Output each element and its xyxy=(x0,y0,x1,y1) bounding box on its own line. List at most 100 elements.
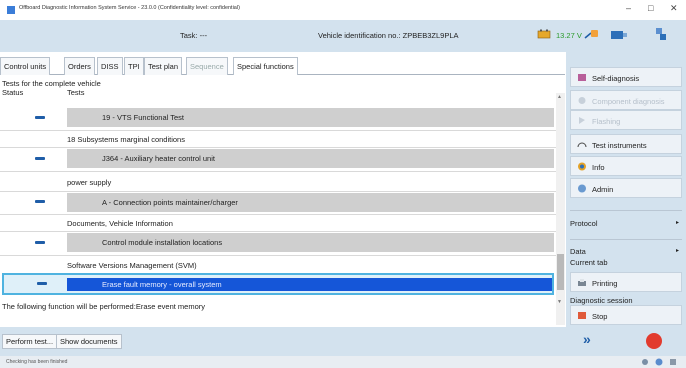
tab-tpi[interactable]: TPI xyxy=(124,57,144,75)
stop-button[interactable]: Stop xyxy=(570,305,682,325)
perform-test-button[interactable]: Perform test... xyxy=(2,334,58,349)
protocol-dropdown[interactable]: Protocol ▸ xyxy=(570,219,682,228)
tray-settings-icon xyxy=(670,359,676,365)
vehicle-header: Task: --- Vehicle identification no.: ZP… xyxy=(0,20,686,52)
test-row[interactable]: Control module installation locations xyxy=(67,233,554,252)
info-button[interactable]: Info xyxy=(570,156,682,176)
status-bar: Checking has been finished xyxy=(0,356,686,368)
component-diagnosis-button[interactable]: Component diagnosis xyxy=(570,90,682,110)
status-indicator xyxy=(35,241,45,244)
scroll-thumb[interactable] xyxy=(557,254,564,290)
tab-sequence[interactable]: Sequence xyxy=(186,57,228,75)
component-diagnosis-label: Component diagnosis xyxy=(592,97,665,106)
test-row[interactable]: A - Connection points maintainer/charger xyxy=(67,193,554,212)
self-diagnosis-button[interactable]: Self-diagnosis xyxy=(570,67,682,87)
row-divider xyxy=(0,214,556,215)
window-title: Offboard Diagnostic Information System S… xyxy=(19,5,240,11)
vin-label: Vehicle identification no.: ZPBEB3ZL9PLA xyxy=(318,31,459,40)
info-label: Info xyxy=(592,163,605,172)
tab-diss[interactable]: DISS xyxy=(97,57,123,75)
row-divider xyxy=(0,231,556,232)
test-label: A - Connection points maintainer/charger xyxy=(102,198,238,207)
test-instruments-label: Test instruments xyxy=(592,141,647,150)
next-button[interactable]: » xyxy=(583,331,613,353)
app-icon xyxy=(7,6,15,14)
self-diagnosis-label: Self-diagnosis xyxy=(592,74,640,83)
status-indicator xyxy=(35,200,45,203)
printing-label: Printing xyxy=(592,279,618,288)
flashing-button[interactable]: Flashing xyxy=(570,110,682,130)
test-row[interactable]: 19 - VTS Functional Test xyxy=(67,108,554,127)
tab-test-plan[interactable]: Test plan xyxy=(144,57,183,75)
close-window-button[interactable]: ✕ xyxy=(670,3,678,14)
connection-plug-icon xyxy=(584,30,598,39)
group-label: Documents, Vehicle Information xyxy=(67,219,173,228)
tab-control-units[interactable]: Control units xyxy=(0,57,51,75)
scroll-down-icon[interactable]: ▼ xyxy=(557,299,562,305)
admin-button[interactable]: Admin xyxy=(570,178,682,198)
battery-icon xyxy=(537,29,551,39)
voltage-readout: 13.27 V xyxy=(556,31,582,40)
group-label: Software Versions Management (SVM) xyxy=(67,261,197,270)
window-titlebar: Offboard Diagnostic Information System S… xyxy=(0,0,686,20)
dropdown-arrow-icon: ▸ xyxy=(675,248,679,254)
selected-test-highlight: Erase fault memory - overall system xyxy=(67,278,552,291)
panel-divider xyxy=(570,239,682,240)
printer-icon xyxy=(578,279,586,286)
printing-button[interactable]: Printing xyxy=(570,272,682,292)
component-diagnosis-icon xyxy=(578,97,586,104)
function-message: The following function will be performed… xyxy=(0,300,556,327)
row-divider xyxy=(0,191,556,192)
cancel-session-icon[interactable] xyxy=(646,333,662,349)
test-instruments-button[interactable]: Test instruments xyxy=(570,134,682,154)
self-diagnosis-icon xyxy=(578,74,586,81)
right-panel: Self-diagnosis Component diagnosis Flash… xyxy=(566,52,686,356)
bottom-toolbar: Perform test... Show documents xyxy=(0,327,566,356)
test-label: Control module installation locations xyxy=(102,238,223,247)
tray-connection-icon xyxy=(642,359,648,365)
maximize-button[interactable]: □ xyxy=(648,3,653,13)
admin-icon xyxy=(578,184,586,193)
test-label: Erase fault memory - overall system xyxy=(102,280,222,289)
group-label: power supply xyxy=(67,178,112,187)
tab-orders[interactable]: Orders xyxy=(64,57,95,75)
admin-label: Admin xyxy=(592,185,614,194)
dropdown-arrow-icon: ▸ xyxy=(675,220,679,226)
selected-test-row[interactable]: Erase fault memory - overall system xyxy=(2,273,554,295)
status-indicator xyxy=(35,116,45,119)
network-icon xyxy=(656,28,666,40)
column-header-tests: Tests xyxy=(67,88,85,97)
flashing-icon xyxy=(579,117,585,124)
tests-scrollbar[interactable]: ▲ ▼ xyxy=(556,93,565,325)
tab-special-functions[interactable]: Special functions xyxy=(233,57,298,75)
stop-icon xyxy=(578,312,586,319)
data-label: Data xyxy=(570,247,586,256)
row-divider xyxy=(0,255,556,256)
tray-network-icon xyxy=(655,358,663,366)
test-row[interactable]: J364 - Auxiliary heater control unit xyxy=(67,149,554,168)
status-indicator xyxy=(35,157,45,160)
task-label: Task: --- xyxy=(180,31,208,40)
panel-divider xyxy=(570,210,682,211)
diagnostic-device-icon xyxy=(611,31,627,39)
flashing-label: Flashing xyxy=(592,117,621,126)
row-divider xyxy=(0,130,556,131)
test-label: 19 - VTS Functional Test xyxy=(102,113,184,122)
show-documents-button[interactable]: Show documents xyxy=(56,334,122,349)
scroll-up-icon[interactable]: ▲ xyxy=(557,94,562,100)
test-label: J364 - Auxiliary heater control unit xyxy=(102,154,215,163)
row-divider xyxy=(0,171,556,172)
test-instruments-icon xyxy=(577,142,587,148)
section-label: Tests for the complete vehicle xyxy=(2,79,101,88)
column-header-status: Status xyxy=(2,88,24,97)
group-label: 18 Subsystems marginal conditions xyxy=(67,135,185,144)
data-dropdown[interactable]: Data ▸ xyxy=(570,247,682,256)
tab-strip: Control units Orders DISS TPI Test plan … xyxy=(0,57,565,75)
diagnostic-session-label: Diagnostic session xyxy=(570,296,633,305)
protocol-label: Protocol xyxy=(570,219,598,228)
row-divider xyxy=(0,147,556,148)
minimize-button[interactable]: – xyxy=(626,3,631,13)
status-indicator xyxy=(37,282,47,285)
current-tab-label: Current tab xyxy=(570,258,608,267)
stop-label: Stop xyxy=(592,312,608,321)
